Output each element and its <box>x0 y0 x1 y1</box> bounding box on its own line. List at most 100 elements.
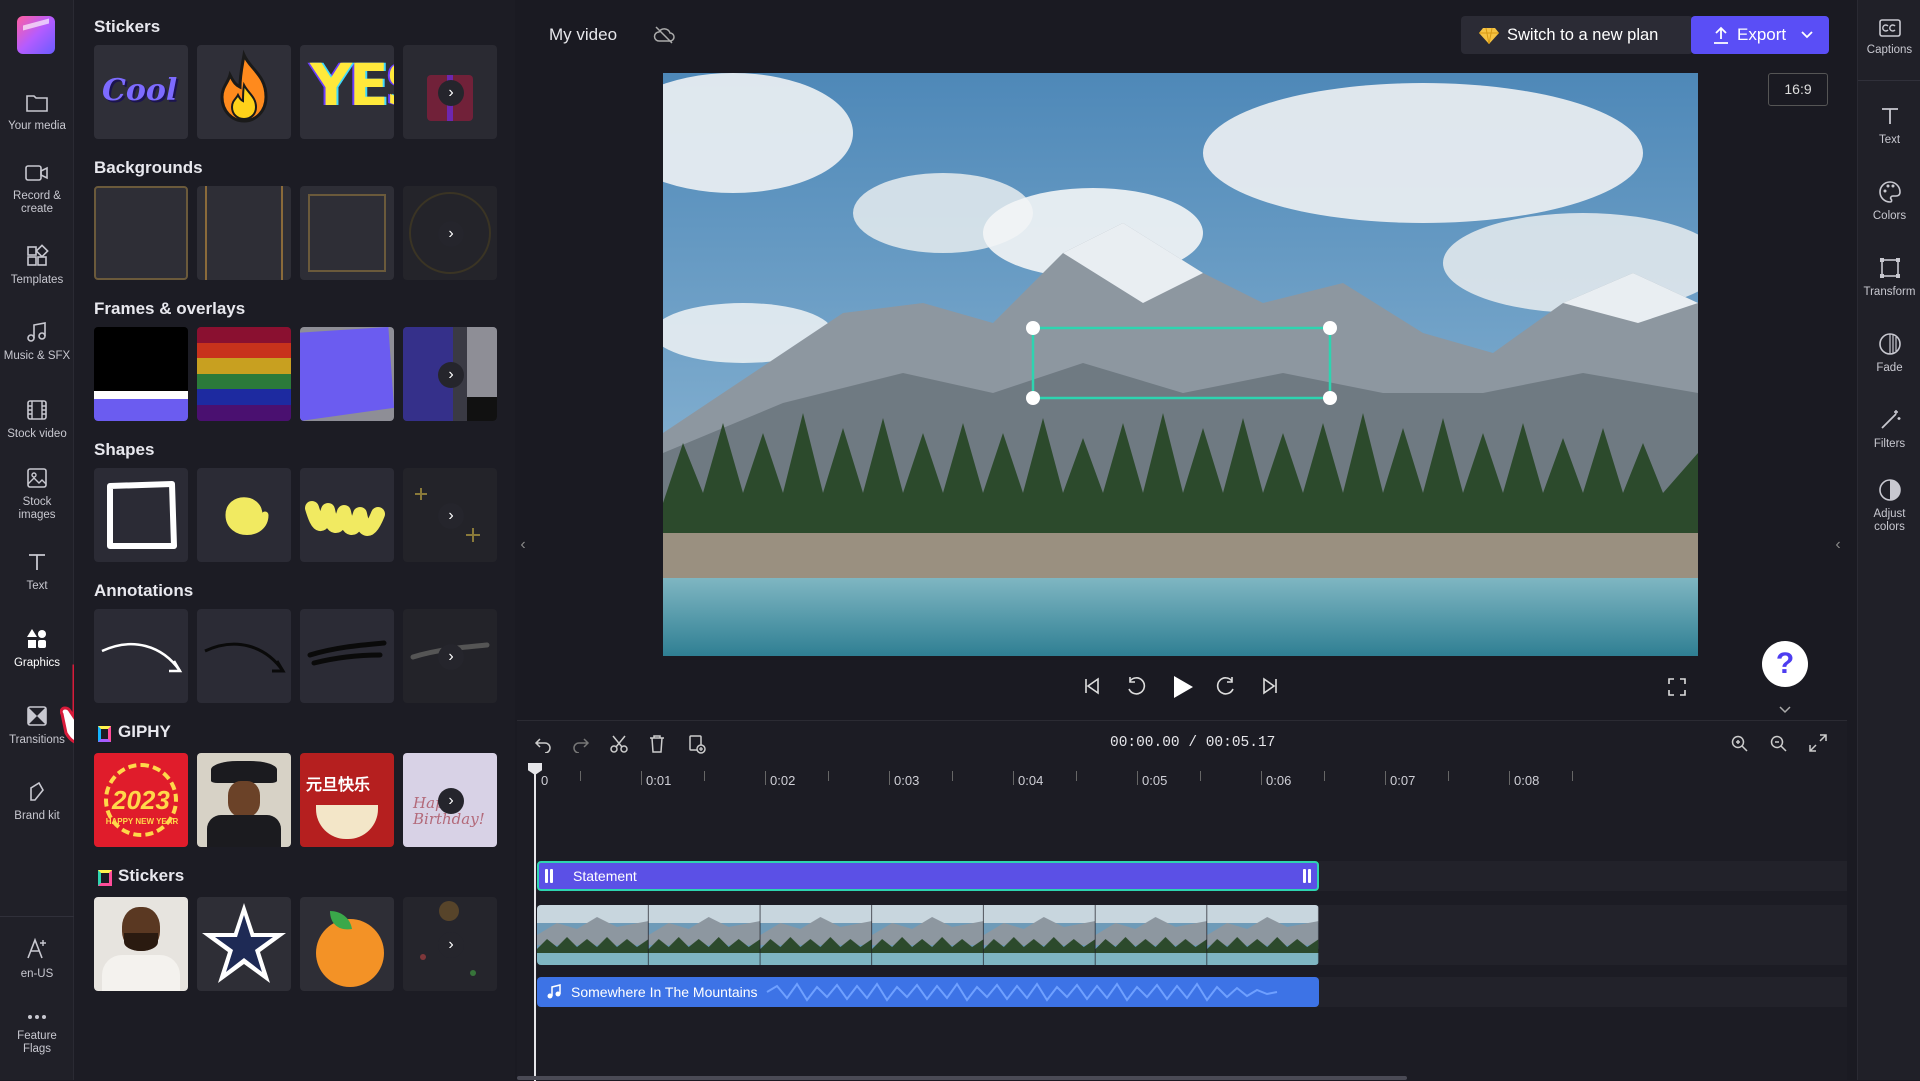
rail-text-properties[interactable]: Text <box>1858 104 1920 147</box>
playhead[interactable] <box>528 763 542 1081</box>
rewind-5-icon[interactable] <box>1125 675 1147 697</box>
filters-icon <box>1880 410 1900 429</box>
collapse-right-button[interactable]: ‹ <box>1829 510 1847 580</box>
frame-thumb[interactable] <box>94 327 188 421</box>
rail-feature-flags[interactable]: Feature Flags <box>0 1010 74 1056</box>
rail-transform[interactable]: Transform <box>1858 256 1920 299</box>
giphy-thumb[interactable]: 元旦快乐 <box>300 753 394 847</box>
giphy-thumb[interactable]: 2023 HAPPY NEW YEAR <box>94 753 188 847</box>
more-button[interactable]: › <box>438 644 464 670</box>
giphy-thumb-more[interactable]: Happy Birthday! › <box>403 753 497 847</box>
transitions-icon <box>27 706 47 726</box>
timeline-ruler[interactable]: 0 0:01 0:02 0:03 0:04 0:05 0:06 0:07 0:0… <box>517 761 1847 791</box>
rail-adjust-colors[interactable]: Adjust colors <box>1858 478 1920 534</box>
cut-icon[interactable] <box>610 735 628 753</box>
skip-forward-icon[interactable] <box>1261 677 1279 695</box>
duplicate-icon[interactable] <box>687 734 707 754</box>
zoom-out-icon[interactable] <box>1770 735 1788 753</box>
rail-fade[interactable]: Fade <box>1858 332 1920 375</box>
more-button[interactable]: › <box>438 788 464 814</box>
export-label: Export <box>1737 25 1787 44</box>
background-thumb[interactable] <box>197 186 291 280</box>
shape-thumb[interactable] <box>300 468 394 562</box>
undo-icon[interactable] <box>534 735 552 753</box>
background-thumb[interactable] <box>94 186 188 280</box>
audio-clip[interactable]: Somewhere In The Mountains <box>537 977 1319 1007</box>
sticker-thumb[interactable]: YES <box>300 45 394 139</box>
section-title-backgrounds: Backgrounds <box>94 158 203 177</box>
frame-thumb[interactable] <box>197 327 291 421</box>
more-button[interactable]: › <box>438 932 464 958</box>
shape-thumb-more[interactable]: › <box>403 468 497 562</box>
chevron-down-small-icon[interactable] <box>1779 706 1791 714</box>
collapse-panel-button[interactable]: ‹ <box>514 510 532 580</box>
annotation-thumb[interactable] <box>94 609 188 703</box>
upgrade-plan-button[interactable]: Switch to a new plan <box>1461 16 1693 54</box>
sticker-thumb[interactable] <box>94 897 188 991</box>
time-separator: / <box>1188 735 1198 751</box>
frame-thumb[interactable] <box>300 327 394 421</box>
star-icon <box>202 903 286 983</box>
video-clip[interactable] <box>537 905 1319 965</box>
more-button[interactable]: › <box>438 80 464 106</box>
app-logo[interactable] <box>17 16 55 54</box>
timeline: 00:00.00 / 00:05.17 0 0:01 0:02 0:03 0:0… <box>517 720 1847 1081</box>
fullscreen-icon[interactable] <box>1668 678 1686 696</box>
section-title-annotations: Annotations <box>94 581 194 600</box>
rail-captions[interactable]: Captions <box>1858 18 1920 57</box>
shape-thumb[interactable] <box>197 468 291 562</box>
shape-thumb[interactable] <box>94 468 188 562</box>
project-name[interactable]: My video <box>549 25 617 45</box>
more-button[interactable]: › <box>438 221 464 247</box>
fit-timeline-icon[interactable] <box>1809 734 1827 752</box>
sticker-thumb-more[interactable]: › <box>403 897 497 991</box>
sticker-thumb[interactable] <box>197 45 291 139</box>
more-button[interactable]: › <box>438 362 464 388</box>
text-clip[interactable]: Statement <box>537 861 1319 891</box>
rail-filters[interactable]: Filters <box>1858 408 1920 451</box>
rail-colors[interactable]: Colors <box>1858 180 1920 223</box>
video-filmstrip <box>537 905 1319 965</box>
annotation-thumb-more[interactable]: › <box>403 609 497 703</box>
rail-your-media[interactable]: Your media <box>0 92 74 133</box>
rail-brand-kit[interactable]: Brand kit <box>0 780 74 823</box>
video-preview[interactable] <box>663 73 1698 656</box>
delete-icon[interactable] <box>648 734 666 754</box>
rail-music-sfx[interactable]: Music & SFX <box>0 320 74 363</box>
play-icon[interactable] <box>1172 675 1194 699</box>
giphy-thumb[interactable] <box>197 753 291 847</box>
zoom-in-icon[interactable] <box>1731 735 1749 753</box>
rail-record-create[interactable]: Record & create <box>0 162 74 216</box>
rail-label: Music & SFX <box>3 350 71 362</box>
background-thumb-more[interactable]: › <box>403 186 497 280</box>
rail-stock-images[interactable]: Stock images <box>0 466 74 522</box>
sticker-thumb[interactable] <box>300 897 394 991</box>
ruler-label: 0:04 <box>1018 773 1044 788</box>
timeline-scrollbar[interactable] <box>517 1076 1407 1080</box>
rail-stock-video[interactable]: Stock video <box>0 398 74 441</box>
sticker-thumb[interactable]: Cool <box>94 45 188 139</box>
background-thumb[interactable] <box>300 186 394 280</box>
frame-thumb-more[interactable]: › <box>403 327 497 421</box>
sticker-thumb-more[interactable]: › <box>403 45 497 139</box>
giphy-chinese-text: 元旦快乐 <box>306 777 371 794</box>
rail-language[interactable]: en-US <box>0 936 74 981</box>
skip-back-icon[interactable] <box>1083 677 1101 695</box>
redo-icon[interactable] <box>572 735 590 753</box>
annotation-thumb[interactable] <box>197 609 291 703</box>
film-icon <box>27 400 47 420</box>
rail-label: Captions <box>1866 44 1913 56</box>
rail-text[interactable]: Text <box>0 550 74 593</box>
aspect-ratio-button[interactable]: 16:9 <box>1768 73 1828 106</box>
total-time: 00:05.17 <box>1205 735 1276 751</box>
sticker-thumb[interactable] <box>197 897 291 991</box>
templates-icon <box>27 244 49 266</box>
export-button[interactable]: Export <box>1691 16 1829 54</box>
more-button[interactable]: › <box>438 503 464 529</box>
ruler-label: 0:08 <box>1514 773 1540 788</box>
forward-5-icon[interactable] <box>1215 675 1237 697</box>
annotation-thumb[interactable] <box>300 609 394 703</box>
rail-label: Text <box>1878 134 1901 146</box>
rail-templates[interactable]: Templates <box>0 244 74 287</box>
help-button[interactable]: ? <box>1762 641 1808 687</box>
